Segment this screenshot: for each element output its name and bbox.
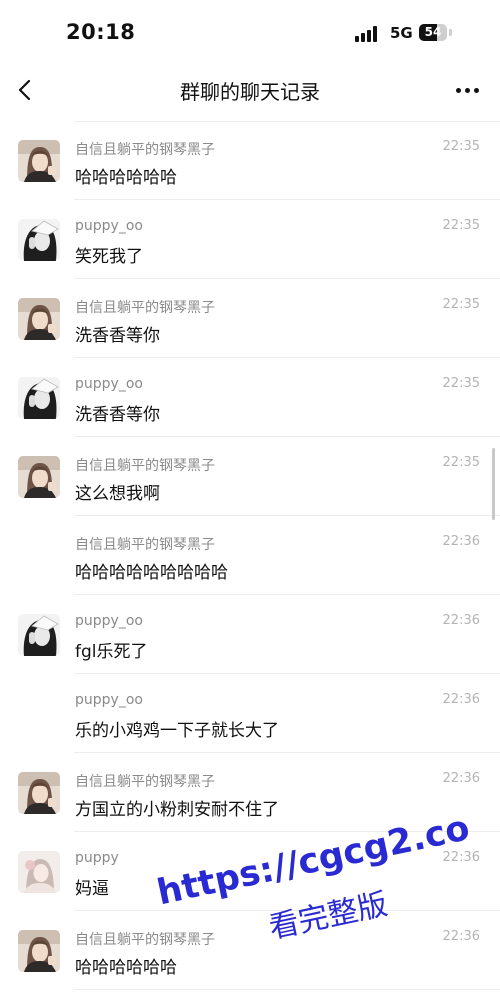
scrollbar[interactable] — [492, 448, 495, 520]
sender-name: 自信且躺平的钢琴黑子 — [75, 774, 215, 790]
message-time: 22:36 — [442, 613, 480, 628]
message-time: 22:35 — [442, 455, 480, 470]
avatar[interactable] — [18, 930, 60, 972]
message-item[interactable]: 自信且躺平的钢琴黑子 22:36 方国立的小粉刺安耐不住了 — [0, 753, 500, 832]
chevron-left-icon — [18, 79, 31, 101]
message-time: 22:36 — [442, 692, 480, 707]
divider — [74, 989, 500, 990]
message-list[interactable]: 自信且躺平的钢琴黑子 22:35 哈哈哈哈哈哈 puppy_oo 22:35 笑死我了 … — [0, 121, 500, 990]
message-time: 22:36 — [442, 850, 480, 865]
network-type: 5G — [390, 24, 413, 42]
message-text: fgl乐死了 — [75, 642, 148, 662]
message-text: 哈哈哈哈哈哈哈哈哈 — [75, 563, 228, 583]
message-text: 乐的小鸡鸡一下子就长大了 — [75, 721, 279, 741]
status-bar: 20:18 5G 54 — [0, 0, 500, 64]
page-title: 群聊的聊天记录 — [180, 80, 320, 104]
status-time: 20:18 — [66, 20, 136, 44]
message-text: 方国立的小粉刺安耐不住了 — [75, 800, 279, 820]
sender-name: 自信且躺平的钢琴黑子 — [75, 932, 215, 948]
avatar[interactable] — [18, 140, 60, 182]
avatar[interactable] — [18, 219, 60, 261]
message-time: 22:35 — [442, 218, 480, 233]
sender-name: puppy_oo — [75, 376, 143, 392]
avatar[interactable] — [18, 851, 60, 893]
message-item[interactable]: 自信且躺平的钢琴黑子 22:36 哈哈哈哈哈哈 — [0, 911, 500, 990]
avatar[interactable] — [18, 456, 60, 498]
sender-name: puppy_oo — [75, 613, 143, 629]
sender-name: 自信且躺平的钢琴黑子 — [75, 142, 215, 158]
message-text: 洗香香等你 — [75, 326, 160, 346]
battery-icon: 54 — [419, 24, 447, 41]
back-button[interactable] — [10, 74, 42, 106]
message-item[interactable]: puppy_oo 22:36 fgl乐死了 — [0, 595, 500, 674]
message-item[interactable]: puppy_oo 22:36 乐的小鸡鸡一下子就长大了 — [0, 674, 500, 753]
message-item[interactable]: 自信且躺平的钢琴黑子 22:36 哈哈哈哈哈哈哈哈哈 — [0, 516, 500, 595]
message-text: 哈哈哈哈哈哈 — [75, 168, 177, 188]
sender-name: 自信且躺平的钢琴黑子 — [75, 458, 215, 474]
sender-name: 自信且躺平的钢琴黑子 — [75, 537, 215, 553]
message-time: 22:35 — [442, 139, 480, 154]
message-time: 22:36 — [442, 771, 480, 786]
message-item[interactable]: 自信且躺平的钢琴黑子 22:35 哈哈哈哈哈哈 — [0, 121, 500, 200]
battery-tip — [449, 29, 452, 36]
message-time: 22:36 — [442, 929, 480, 944]
battery-level: 54 — [424, 25, 442, 39]
sender-name: puppy_oo — [75, 218, 143, 234]
message-text: 洗香香等你 — [75, 405, 160, 425]
message-text: 妈逼 — [75, 879, 109, 899]
message-time: 22:35 — [442, 297, 480, 312]
signal-icon — [355, 26, 381, 42]
sender-name: puppy_oo — [75, 692, 143, 708]
avatar[interactable] — [18, 377, 60, 419]
message-time: 22:36 — [442, 534, 480, 549]
message-item[interactable]: 自信且躺平的钢琴黑子 22:35 洗香香等你 — [0, 279, 500, 358]
sender-name: puppy — [75, 850, 119, 866]
avatar[interactable] — [18, 298, 60, 340]
sender-name: 自信且躺平的钢琴黑子 — [75, 300, 215, 316]
message-item[interactable]: 自信且躺平的钢琴黑子 22:35 这么想我啊 — [0, 437, 500, 516]
message-item[interactable]: puppy_oo 22:35 笑死我了 — [0, 200, 500, 279]
avatar[interactable] — [18, 772, 60, 814]
message-text: 这么想我啊 — [75, 484, 160, 504]
message-item[interactable]: puppy_oo 22:35 洗香香等你 — [0, 358, 500, 437]
message-item[interactable]: puppy 22:36 妈逼 — [0, 832, 500, 911]
nav-bar: 群聊的聊天记录 — [0, 64, 500, 116]
message-time: 22:35 — [442, 376, 480, 391]
avatar[interactable] — [18, 614, 60, 656]
more-button[interactable] — [448, 74, 486, 106]
message-text: 哈哈哈哈哈哈 — [75, 958, 177, 978]
message-text: 笑死我了 — [75, 247, 143, 267]
